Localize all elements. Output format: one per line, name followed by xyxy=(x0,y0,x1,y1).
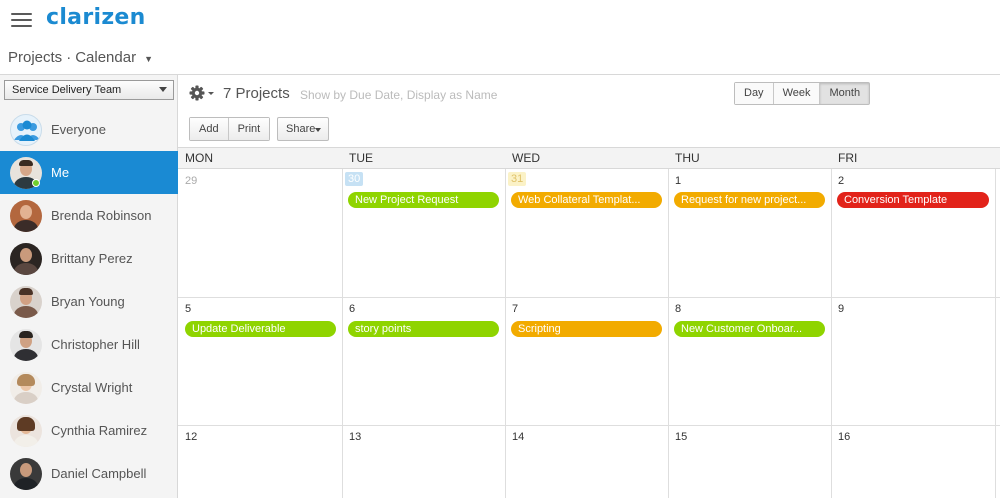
person-everyone[interactable]: Everyone xyxy=(0,108,178,151)
action-buttons: Add Print xyxy=(189,117,271,141)
top-bar: clarizen xyxy=(0,0,1000,40)
person-name: Brenda Robinson xyxy=(51,208,152,223)
day-number[interactable]: 8 xyxy=(675,303,681,315)
day-header-wed: WED xyxy=(512,151,540,165)
chevron-down-icon xyxy=(159,87,167,92)
breadcrumb-separator: · xyxy=(66,49,72,66)
grid-divider xyxy=(668,169,669,498)
avatar xyxy=(10,285,42,318)
day-number[interactable]: 2 xyxy=(838,175,844,187)
calendar-event[interactable]: Scripting xyxy=(511,321,662,337)
avatar xyxy=(10,414,42,447)
chevron-down-icon xyxy=(315,128,321,132)
online-status-icon xyxy=(32,178,40,187)
day-number[interactable]: 29 xyxy=(185,175,197,187)
grid-divider xyxy=(342,169,343,498)
day-header-tue: TUE xyxy=(349,151,373,165)
gear-icon[interactable] xyxy=(189,84,217,102)
person-name: Christopher Hill xyxy=(51,337,140,352)
calendar-event[interactable]: Web Collateral Templat... xyxy=(511,192,662,208)
team-select[interactable]: Service Delivery Team xyxy=(4,80,174,100)
person-brenda-robinson[interactable]: Brenda Robinson xyxy=(0,194,178,237)
view-month-button[interactable]: Month xyxy=(820,83,870,104)
person-name: Crystal Wright xyxy=(51,380,133,395)
person-bryan-young[interactable]: Bryan Young xyxy=(0,280,178,323)
person-cynthia-ramirez[interactable]: Cynthia Ramirez xyxy=(0,409,178,452)
day-number[interactable]: 16 xyxy=(838,431,850,443)
day-number[interactable]: 13 xyxy=(349,431,361,443)
view-week-button[interactable]: Week xyxy=(773,83,821,104)
person-name: Daniel Campbell xyxy=(51,466,147,481)
group-icon xyxy=(10,113,42,146)
person-christopher-hill[interactable]: Christopher Hill xyxy=(0,323,178,366)
day-number[interactable]: 6 xyxy=(349,303,355,315)
filter-info[interactable]: Show by Due Date, Display as Name xyxy=(300,88,497,102)
team-select-value: Service Delivery Team xyxy=(12,84,122,96)
person-name: Cynthia Ramirez xyxy=(51,423,148,438)
grid-divider xyxy=(995,169,996,498)
avatar xyxy=(10,328,42,361)
app-logo[interactable]: clarizen xyxy=(46,5,146,30)
day-header-thu: THU xyxy=(675,151,700,165)
grid-divider xyxy=(831,169,832,498)
person-crystal-wright[interactable]: Crystal Wright xyxy=(0,366,178,409)
add-button[interactable]: Add xyxy=(190,118,229,140)
breadcrumb: Projects · Calendar ▼ xyxy=(8,49,153,66)
share-label: Share xyxy=(286,123,316,135)
calendar-event[interactable]: Request for new project... xyxy=(674,192,825,208)
person-name: Brittany Perez xyxy=(51,251,133,266)
day-number[interactable]: 1 xyxy=(675,175,681,187)
print-button[interactable]: Print xyxy=(228,118,270,140)
grid-divider xyxy=(178,297,1000,298)
avatar xyxy=(10,371,42,404)
day-header-mon: MON xyxy=(185,151,213,165)
hamburger-menu-icon[interactable] xyxy=(11,13,32,28)
share-button[interactable]: Share xyxy=(277,117,329,141)
calendar-event[interactable]: Conversion Template xyxy=(837,192,989,208)
avatar xyxy=(10,242,42,275)
day-number-today[interactable]: 30 xyxy=(345,172,364,186)
person-brittany-perez[interactable]: Brittany Perez xyxy=(0,237,178,280)
people-list: Everyone Me Brenda Robinson Brittany Per… xyxy=(0,108,178,495)
day-header-fri: FRI xyxy=(838,151,858,165)
month-calendar: MON TUE WED THU FRI 29 30 31 1 2 5 6 7 8… xyxy=(178,147,1000,498)
grid-divider xyxy=(178,425,1000,426)
day-number[interactable]: 14 xyxy=(512,431,524,443)
calendar-event[interactable]: Update Deliverable xyxy=(185,321,336,337)
avatar xyxy=(10,457,42,490)
people-sidebar: Service Delivery Team Everyone Me Brenda… xyxy=(0,75,178,498)
person-name: Everyone xyxy=(51,122,106,137)
view-switch: Day Week Month xyxy=(734,82,871,105)
view-day-button[interactable]: Day xyxy=(735,83,774,104)
calendar-event[interactable]: New Project Request xyxy=(348,192,499,208)
person-name: Me xyxy=(51,165,70,180)
day-number[interactable]: 15 xyxy=(675,431,687,443)
day-number[interactable]: 9 xyxy=(838,303,844,315)
person-daniel-campbell[interactable]: Daniel Campbell xyxy=(0,452,178,495)
day-number[interactable]: 5 xyxy=(185,303,191,315)
grid-divider xyxy=(505,169,506,498)
calendar-grid: 29 30 31 1 2 5 6 7 8 9 12 13 14 15 16 Ne… xyxy=(178,169,1000,498)
person-name: Bryan Young xyxy=(51,294,125,309)
chevron-down-icon[interactable]: ▼ xyxy=(144,54,153,64)
avatar xyxy=(10,199,42,232)
day-number[interactable]: 31 xyxy=(508,172,527,186)
breadcrumb-section[interactable]: Projects xyxy=(8,49,62,66)
calendar-event[interactable]: New Customer Onboar... xyxy=(674,321,825,337)
calendar-event[interactable]: story points xyxy=(348,321,499,337)
calendar-header: MON TUE WED THU FRI xyxy=(178,147,1000,169)
day-number[interactable]: 12 xyxy=(185,431,197,443)
person-me[interactable]: Me xyxy=(0,151,178,194)
day-number[interactable]: 7 xyxy=(512,303,518,315)
breadcrumb-view[interactable]: Calendar xyxy=(75,49,136,66)
projects-count: 7 Projects xyxy=(223,85,290,102)
